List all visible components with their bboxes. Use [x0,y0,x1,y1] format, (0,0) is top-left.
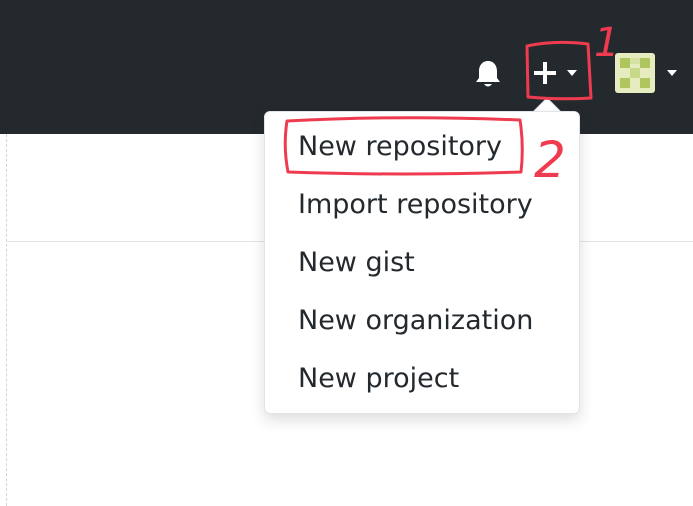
menu-item-new-project[interactable]: New project [265,353,579,405]
menu-item-label: New project [298,363,460,394]
menu-item-new-repository[interactable]: New repository [265,121,579,173]
create-new-dropdown-menu: New repository Import repository New gis… [264,111,580,414]
user-menu-button[interactable] [612,52,684,96]
menu-item-new-organization[interactable]: New organization [265,295,579,347]
avatar [615,53,655,93]
menu-item-label: New repository [298,131,503,162]
menu-item-import-repository[interactable]: Import repository [265,179,579,231]
plus-icon [534,62,556,84]
menu-item-new-gist[interactable]: New gist [265,237,579,289]
create-new-button[interactable] [528,56,584,92]
menu-item-label: New gist [298,247,415,278]
menu-item-label: New organization [298,305,534,336]
page-edge-line [6,134,7,506]
menu-item-label: Import repository [298,189,533,220]
caret-down-icon [667,70,677,76]
bell-icon[interactable] [473,58,503,90]
caret-down-icon [567,70,577,76]
dropdown-arrow [533,97,561,112]
